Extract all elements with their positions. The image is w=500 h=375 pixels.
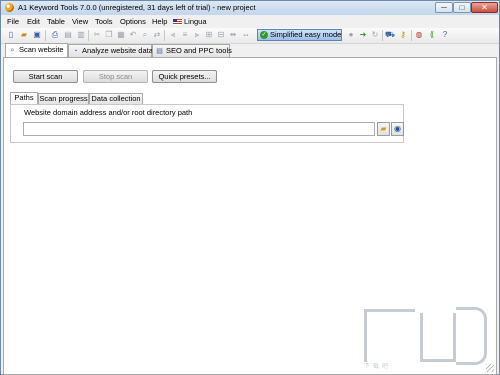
domain-path-label: Website domain address and/or root direc… xyxy=(24,108,193,117)
paths-panel: Website domain address and/or root direc… xyxy=(10,104,404,143)
menu-lingua[interactable]: Lingua xyxy=(173,17,207,26)
toolbar-divider xyxy=(382,30,383,41)
close-button[interactable]: ✕ xyxy=(471,2,498,13)
new-file-icon[interactable]: ▯ xyxy=(6,30,16,40)
align-right-icon[interactable]: ⫸ xyxy=(192,30,202,40)
share-icon[interactable]: ⟪ xyxy=(427,30,437,40)
menu-edit[interactable]: Edit xyxy=(27,17,40,26)
insert-row-icon[interactable]: ⊞ xyxy=(204,30,214,40)
tab-paths[interactable]: Paths xyxy=(10,92,38,104)
menu-lingua-label: Lingua xyxy=(184,17,207,26)
help-icon[interactable]: ? xyxy=(440,30,450,40)
toolbar-divider xyxy=(45,30,46,41)
key-icon[interactable]: ⚷ xyxy=(398,30,408,40)
tab-analyze-label: Analyze website data xyxy=(82,46,153,55)
toolbar: ▯ ▰ ▣ ⎙ ▤ ▥ ✂ ❐ ▦ ↶ ⌕ ⇄ ⫷ ≡ ⫸ ⊞ ⊟ ⇹ ⇔ ✓ … xyxy=(1,28,499,44)
app-logo-icon xyxy=(5,3,14,12)
world-icon[interactable]: ◍ xyxy=(414,30,424,40)
toolbar-divider xyxy=(411,30,412,41)
print-icon[interactable]: ⎙ xyxy=(50,30,60,40)
cut-icon[interactable]: ✂ xyxy=(92,30,102,40)
analyze-icon: ◔ xyxy=(73,48,78,55)
toolbar-divider xyxy=(164,30,165,41)
menu-bar: File Edit Table View Tools Options Help … xyxy=(1,15,499,28)
quick-presets-button[interactable]: Quick presets... xyxy=(152,70,217,83)
toolbar-divider xyxy=(88,30,89,41)
tab-data-collection[interactable]: Data collection xyxy=(89,93,143,104)
tab-scan-progress[interactable]: Scan progress xyxy=(38,93,89,104)
open-folder-icon[interactable]: ▰ xyxy=(19,30,29,40)
paste-icon[interactable]: ▦ xyxy=(116,30,126,40)
align-center-icon[interactable]: ≡ xyxy=(180,30,190,40)
sub-tabs: Paths Scan progress Data collection xyxy=(10,92,490,104)
delete-row-icon[interactable]: ⊟ xyxy=(216,30,226,40)
copy-icon[interactable]: ❐ xyxy=(104,30,114,40)
go-icon[interactable]: ➜ xyxy=(358,30,368,40)
menu-tools[interactable]: Tools xyxy=(95,17,113,26)
browse-folder-icon[interactable]: ▰ xyxy=(377,122,390,136)
watermark-logo: 下载吧 xyxy=(356,301,496,371)
easy-mode-label: Simplified easy mode xyxy=(270,30,342,39)
align-left-icon[interactable]: ⫷ xyxy=(168,30,178,40)
undo-icon[interactable]: ↶ xyxy=(128,30,138,40)
globe-icon[interactable]: ◉ xyxy=(391,122,404,136)
simplified-easy-mode-button[interactable]: ✓ Simplified easy mode xyxy=(257,29,342,41)
tab-scan-website-label: Scan website xyxy=(19,45,64,54)
cart-icon[interactable]: ⛟ xyxy=(385,30,395,40)
menu-help[interactable]: Help xyxy=(152,17,167,26)
menu-view[interactable]: View xyxy=(72,17,88,26)
easy-mode-icon: ✓ xyxy=(260,31,268,39)
menu-table[interactable]: Table xyxy=(47,17,65,26)
menu-file[interactable]: File xyxy=(7,17,19,26)
domain-path-input[interactable] xyxy=(23,122,375,136)
expand-icon[interactable]: ⇔ xyxy=(241,30,251,40)
window-title: A1 Keyword Tools 7.0.0 (unregistered, 31… xyxy=(18,3,256,12)
move-column-icon[interactable]: ⇹ xyxy=(228,30,238,40)
tab-analyze-website-data[interactable]: ◔ Analyze website data xyxy=(68,44,153,57)
stop-scan-button[interactable]: Stop scan xyxy=(83,70,148,83)
us-flag-icon xyxy=(173,19,182,25)
title-bar: A1 Keyword Tools 7.0.0 (unregistered, 31… xyxy=(1,1,499,15)
main-tabs: ⌕ Scan website ◔ Analyze website data ▤ … xyxy=(1,43,499,57)
stop-icon[interactable]: ● xyxy=(346,30,356,40)
start-scan-button[interactable]: Start scan xyxy=(13,70,78,83)
tools-icon: ▤ xyxy=(156,48,163,55)
app-window: A1 Keyword Tools 7.0.0 (unregistered, 31… xyxy=(0,0,500,375)
tab-seo-label: SEO and PPC tools xyxy=(166,46,232,55)
find-icon[interactable]: ⌕ xyxy=(140,30,150,40)
print-preview-icon[interactable]: ▤ xyxy=(63,30,73,40)
menu-options[interactable]: Options xyxy=(120,17,146,26)
maximize-button[interactable]: □ xyxy=(453,2,471,13)
save-icon[interactable]: ▣ xyxy=(32,30,42,40)
tab-scan-website[interactable]: ⌕ Scan website xyxy=(5,43,68,57)
page-setup-icon[interactable]: ▥ xyxy=(76,30,86,40)
watermark-text: 下载吧 xyxy=(364,364,392,370)
tab-seo-ppc-tools[interactable]: ▤ SEO and PPC tools xyxy=(152,44,232,57)
replace-icon[interactable]: ⇄ xyxy=(152,30,162,40)
minimize-button[interactable]: ─ xyxy=(435,2,453,13)
search-icon: ⌕ xyxy=(10,47,15,54)
refresh-icon[interactable]: ↻ xyxy=(370,30,380,40)
